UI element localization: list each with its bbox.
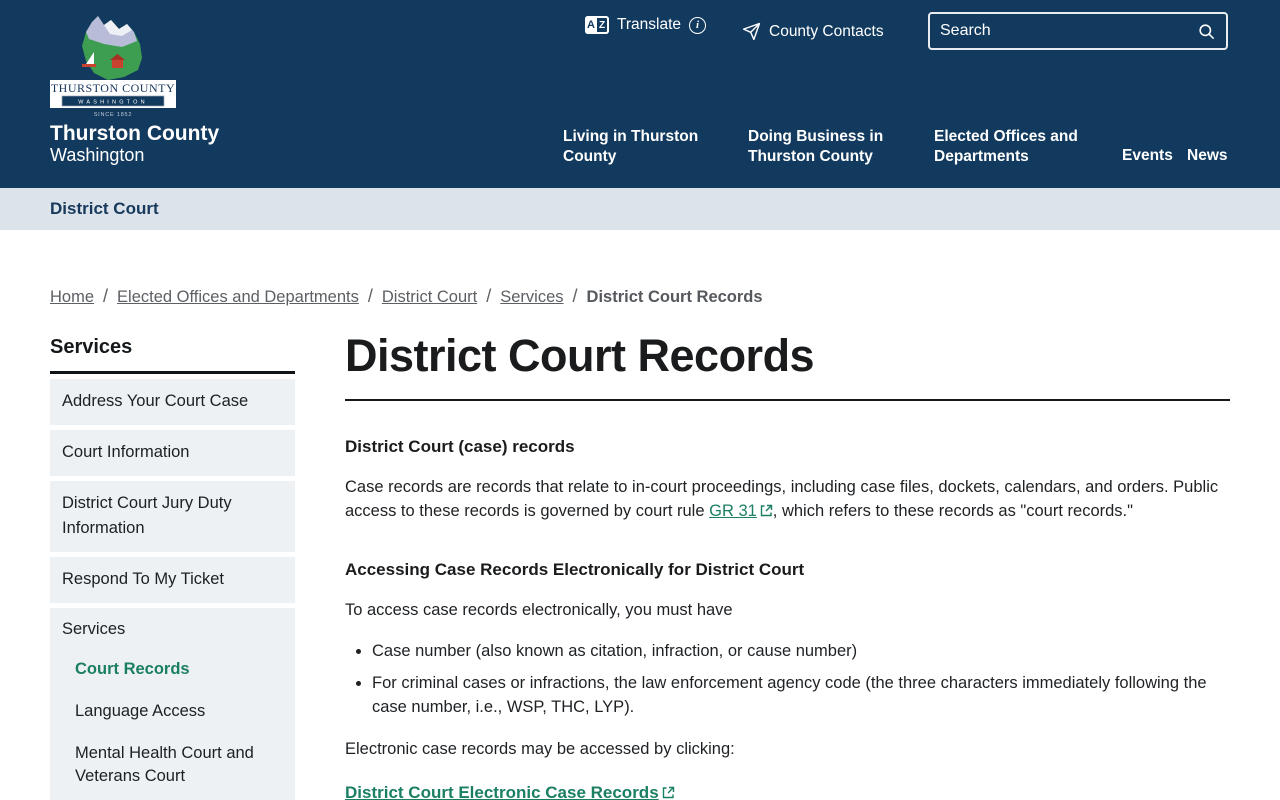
main-content: District Court Records District Court (c… [345, 330, 1230, 800]
breadcrumb-separator: / [103, 286, 109, 306]
paragraph-accessed-by-clicking: Electronic case records may be accessed … [345, 740, 735, 758]
paragraph-text: , which refers to these records as "cour… [772, 501, 1133, 520]
sidebar-item-court-information[interactable]: Court Information [50, 430, 295, 476]
list-item-agency-code: For criminal cases or infractions, the l… [372, 672, 1230, 719]
translate-icon-z: Z [597, 16, 609, 34]
search-icon[interactable] [1197, 22, 1216, 41]
translate-label: Translate [617, 16, 682, 33]
brand-name-line1: Thurston County [50, 122, 220, 145]
county-contacts-label: County Contacts [769, 22, 884, 40]
sidebar-item-services[interactable]: Services [62, 620, 283, 639]
section-heading-case-records: District Court (case) records [345, 437, 575, 456]
page: THURSTON COUNTY WASHINGTON SINCE 1852 Th… [0, 0, 1280, 800]
sidebar-item-address-your-court-case[interactable]: Address Your Court Case [50, 379, 295, 425]
search-box [928, 12, 1228, 50]
sidebar-services: Services Address Your Court Case Court I… [50, 336, 295, 800]
info-icon[interactable]: i [689, 16, 707, 34]
electronic-case-records-link[interactable]: District Court Electronic Case Records [345, 783, 675, 800]
breadcrumb: Home / Elected Offices and Departments /… [50, 286, 763, 307]
list-item-case-number: Case number (also known as citation, inf… [372, 640, 1230, 664]
send-icon [742, 22, 761, 41]
breadcrumb-separator: / [486, 286, 492, 306]
sidebar-sublist: Court Records Language Access Mental Hea… [62, 658, 283, 800]
site-header: THURSTON COUNTY WASHINGTON SINCE 1852 Th… [0, 0, 1280, 188]
site-brand-name[interactable]: Thurston County Washington [50, 122, 219, 165]
utility-bar: A Z Translate i County Contacts [0, 12, 1280, 52]
breadcrumb-district-court[interactable]: District Court [382, 288, 477, 307]
breadcrumb-elected-offices[interactable]: Elected Offices and Departments [117, 288, 359, 307]
section-heading-accessing: Accessing Case Records Electronically fo… [345, 560, 805, 579]
requirements-list: Case number (also known as citation, inf… [345, 640, 1230, 720]
cta-label: District Court Electronic Case Records [345, 782, 659, 800]
brand-name-line2: Washington [50, 145, 145, 165]
search-input[interactable] [940, 22, 1197, 40]
sidebar-subitem-language-access[interactable]: Language Access [75, 700, 283, 723]
nav-item-elected-offices[interactable]: Elected Offices and Departments [934, 127, 1094, 166]
svg-text:SINCE 1852: SINCE 1852 [94, 112, 133, 118]
translate-icon: A Z [585, 16, 609, 34]
translate-button[interactable]: A Z Translate i [585, 16, 707, 34]
svg-text:WASHINGTON: WASHINGTON [78, 100, 148, 106]
paragraph-access-intro: To access case records electronically, y… [345, 601, 733, 619]
department-bar: District Court [0, 188, 1280, 230]
department-title[interactable]: District Court [50, 199, 159, 219]
sidebar-item-respond-to-my-ticket[interactable]: Respond To My Ticket [50, 557, 295, 603]
external-link-icon [760, 501, 773, 525]
breadcrumb-services[interactable]: Services [500, 288, 563, 307]
page-title: District Court Records [345, 330, 815, 381]
nav-item-business[interactable]: Doing Business in Thurston County [748, 127, 893, 166]
sidebar-subitem-mental-health-veterans-court[interactable]: Mental Health Court and Veterans Court [75, 742, 283, 788]
county-contacts-link[interactable]: County Contacts [742, 22, 884, 41]
translate-icon-a: A [585, 16, 597, 34]
sidebar-list: Address Your Court Case Court Informatio… [50, 379, 295, 800]
nav-item-events[interactable]: Events [1122, 146, 1173, 166]
gr31-link[interactable]: GR 31 [709, 502, 757, 520]
breadcrumb-home[interactable]: Home [50, 288, 94, 307]
breadcrumb-separator: / [367, 286, 373, 306]
breadcrumb-current: District Court Records [586, 288, 763, 306]
nav-item-living[interactable]: Living in Thurston County [563, 127, 703, 166]
sidebar-heading: Services [50, 336, 295, 374]
external-link-icon [662, 784, 675, 800]
svg-text:THURSTON COUNTY: THURSTON COUNTY [51, 81, 175, 95]
sidebar-subitem-court-records[interactable]: Court Records [75, 658, 283, 681]
nav-item-news[interactable]: News [1187, 146, 1228, 166]
info-icon-glyph: i [696, 19, 700, 31]
sidebar-item-jury-duty-information[interactable]: District Court Jury Duty Information [50, 481, 295, 552]
title-divider [345, 399, 1230, 401]
paragraph-case-records: Case records are records that relate to … [345, 476, 1230, 524]
breadcrumb-separator: / [572, 286, 578, 306]
sidebar-group-services: Services Court Records Language Access M… [50, 608, 295, 800]
